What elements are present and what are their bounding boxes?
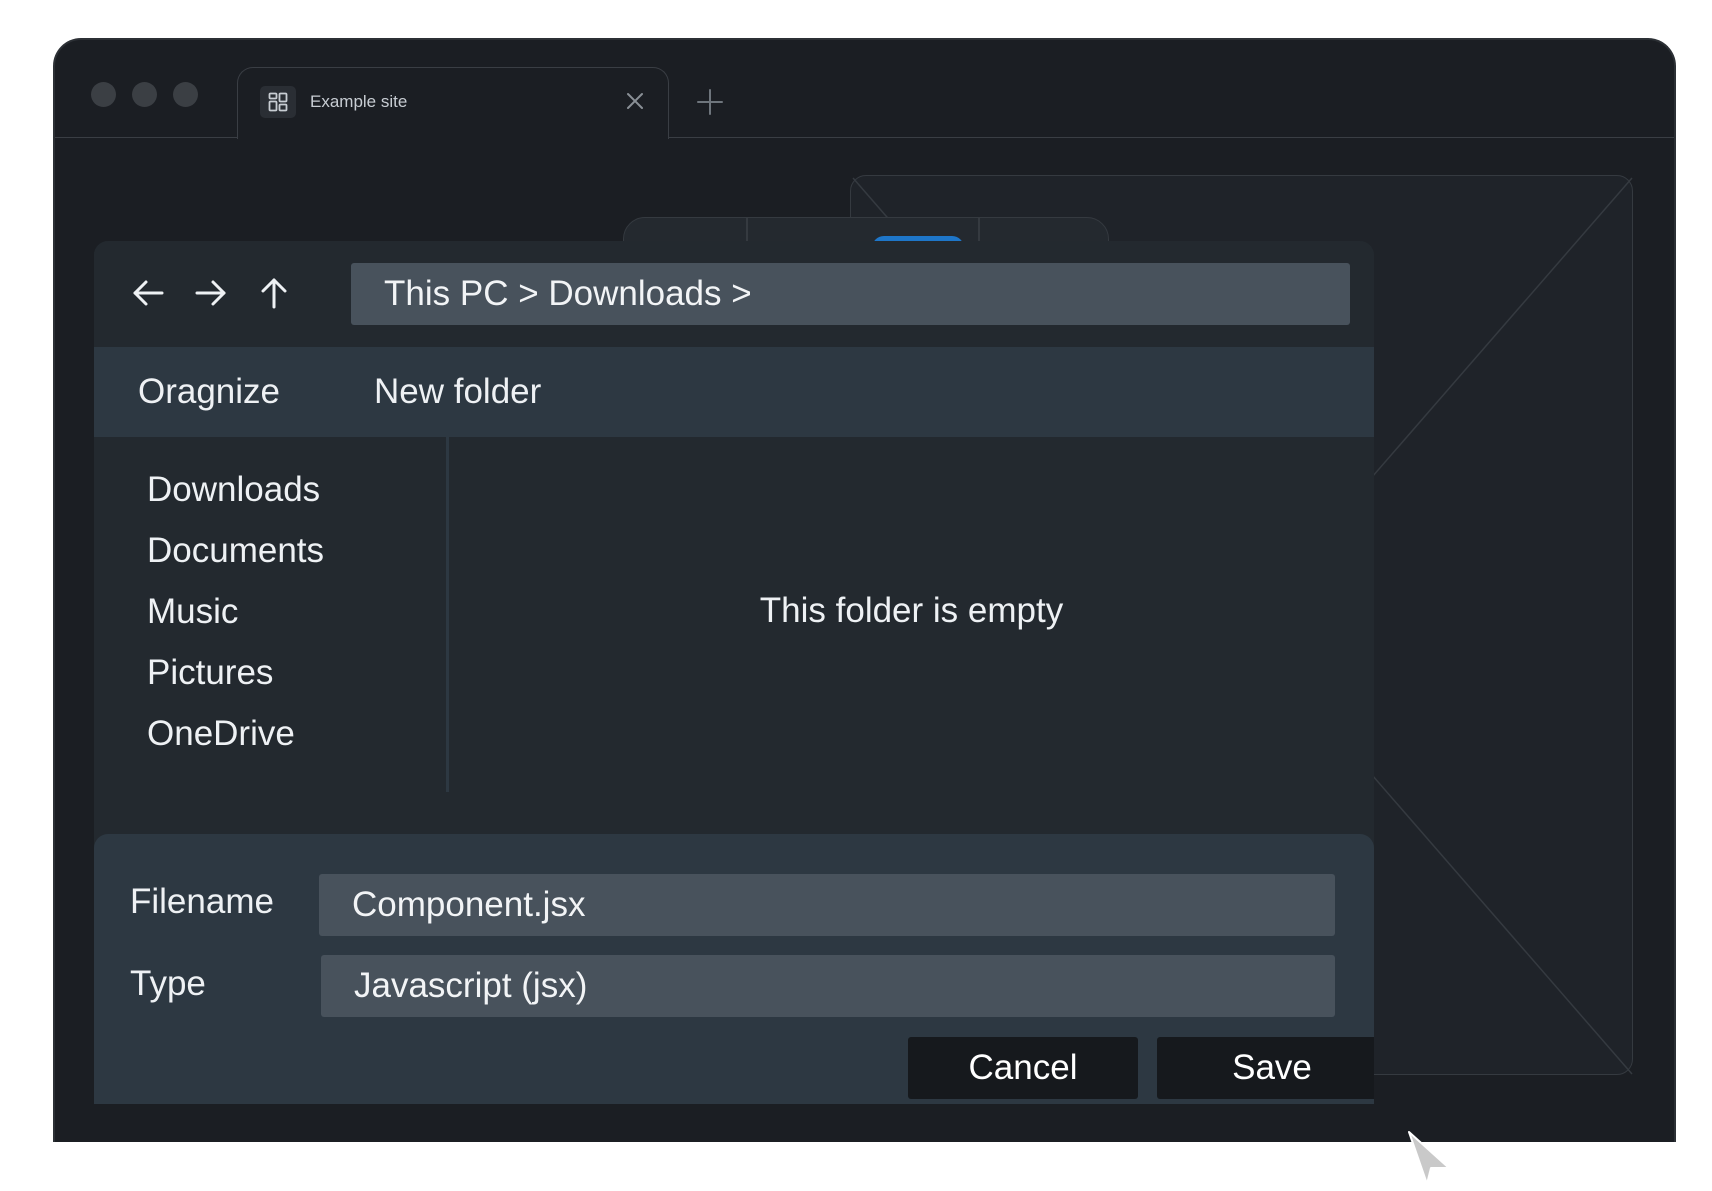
arrow-right-icon[interactable] <box>191 273 231 313</box>
save-file-dialog: This PC > Downloads > Oragnize New folde… <box>94 241 1374 1104</box>
filename-label: Filename <box>130 882 274 921</box>
arrow-left-icon[interactable] <box>128 273 168 313</box>
filename-field[interactable]: Component.jsx <box>319 874 1335 936</box>
type-select[interactable]: Javascript (jsx) <box>321 955 1335 1017</box>
plus-icon[interactable] <box>695 87 725 117</box>
close-icon[interactable] <box>622 88 648 114</box>
sidebar-item-documents[interactable]: Documents <box>147 530 324 572</box>
new-folder-button[interactable]: New folder <box>374 347 541 437</box>
arrow-up-icon[interactable] <box>254 273 294 313</box>
navigation-bar: This PC > Downloads > <box>94 241 1374 345</box>
organize-button[interactable]: Oragnize <box>138 347 280 437</box>
tab-title: Example site <box>310 92 408 111</box>
save-form-panel: Filename Component.jsx Type Javascript (… <box>94 834 1374 1104</box>
close-window-button[interactable] <box>91 82 116 107</box>
maximize-window-button[interactable] <box>173 82 198 107</box>
save-button[interactable]: Save <box>1157 1037 1374 1099</box>
sidebar-item-downloads[interactable]: Downloads <box>147 469 320 511</box>
mouse-pointer-icon <box>1405 1130 1455 1186</box>
sidebar: Downloads Documents Music Pictures OneDr… <box>94 437 446 792</box>
browser-tab[interactable]: Example site <box>237 67 669 139</box>
window-controls <box>91 82 198 107</box>
grid-icon <box>260 86 296 118</box>
sidebar-item-pictures[interactable]: Pictures <box>147 652 273 694</box>
file-list-area[interactable]: This folder is empty <box>449 437 1374 792</box>
sidebar-item-music[interactable]: Music <box>147 591 238 633</box>
command-bar: Oragnize New folder <box>94 347 1374 437</box>
empty-folder-message: This folder is empty <box>759 591 1064 630</box>
minimize-window-button[interactable] <box>132 82 157 107</box>
address-bar[interactable]: This PC > Downloads > <box>351 263 1350 325</box>
type-label: Type <box>130 964 206 1003</box>
sidebar-item-onedrive[interactable]: OneDrive <box>147 713 295 755</box>
cancel-button[interactable]: Cancel <box>908 1037 1138 1099</box>
